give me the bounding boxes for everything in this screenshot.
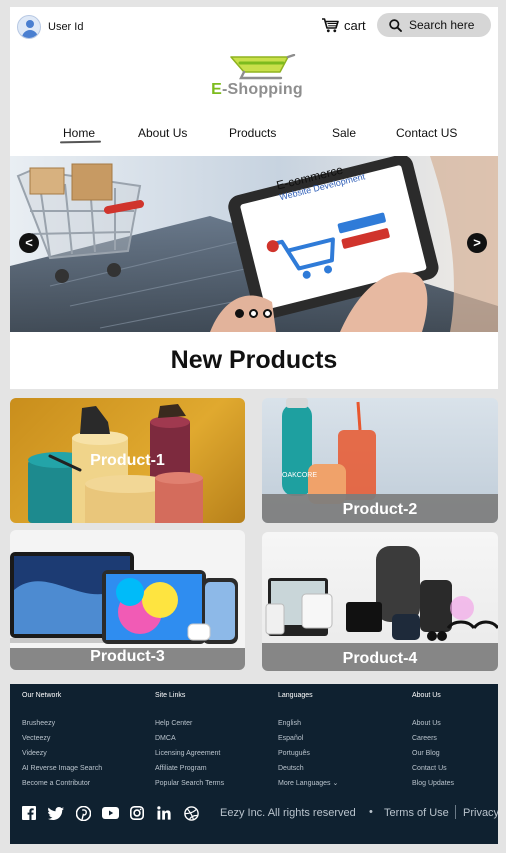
footer-link[interactable]: Contact Us (412, 761, 454, 776)
carousel-dot[interactable] (235, 309, 244, 318)
search-input[interactable] (409, 18, 489, 32)
footer-link[interactable]: Our Blog (412, 746, 454, 761)
instagram-icon[interactable] (128, 804, 146, 822)
user-id-label: User Id (48, 21, 84, 33)
product-2-label: Product-2 (342, 501, 418, 518)
footer-link[interactable]: DMCA (155, 731, 224, 746)
footer-link[interactable]: Affiliate Program (155, 761, 224, 776)
footer-divider (455, 805, 456, 819)
footer-link[interactable]: English (278, 716, 338, 731)
cart-button[interactable]: cart (321, 17, 366, 33)
hero-image (10, 156, 498, 332)
footer-link[interactable]: Help Center (155, 716, 224, 731)
footer-link[interactable]: Videezy (22, 746, 102, 761)
footer-link[interactable]: Careers (412, 731, 454, 746)
carousel-dot[interactable] (263, 309, 272, 318)
carousel-next-button[interactable]: > (467, 233, 487, 253)
footer-column-title: Languages (278, 692, 313, 699)
footer-link[interactable]: AI Reverse Image Search (22, 761, 102, 776)
product-card-1[interactable]: Product-1 (10, 398, 245, 523)
user-menu[interactable]: User Id (17, 15, 83, 39)
terms-of-use-link[interactable]: Terms of Use (384, 807, 449, 819)
product-4-label: Product-4 (342, 650, 418, 667)
nav-about-us[interactable]: About Us (138, 126, 187, 140)
footer-column-our-network: Our Network Brusheezy Vecteezy Videezy A… (22, 692, 102, 791)
user-avatar-icon (17, 15, 41, 39)
search-bar[interactable] (377, 13, 491, 37)
linkedin-icon[interactable] (155, 804, 173, 822)
search-icon (389, 18, 402, 32)
footer-column-title: Site Links (155, 692, 186, 699)
carousel-prev-button[interactable]: < (19, 233, 39, 253)
shopping-cart-icon (322, 18, 339, 33)
footer-column-title: About Us (412, 692, 441, 699)
copyright-text: Eezy Inc. All rights reserved (220, 807, 356, 819)
footer-separator: • (369, 806, 373, 818)
nav-sale[interactable]: Sale (332, 126, 356, 140)
footer-link[interactable]: Vecteezy (22, 731, 102, 746)
site-footer: Our Network Brusheezy Vecteezy Videezy A… (10, 684, 498, 844)
footer-link[interactable]: Deutsch (278, 761, 338, 776)
footer-link[interactable]: About Us (412, 716, 454, 731)
nav-products[interactable]: Products (229, 126, 276, 140)
product-3-label: Product-3 (90, 648, 165, 665)
hero-carousel[interactable]: E-commerce Website Development (10, 156, 498, 332)
product-card-4[interactable]: Product-4 (262, 532, 498, 671)
e-shopping-logo[interactable]: E-Shopping (207, 54, 307, 100)
footer-column-site-links: Site Links Help Center DMCA Licensing Ag… (155, 692, 224, 791)
footer-link[interactable]: Español (278, 731, 338, 746)
footer-link[interactable]: Blog Updates (412, 776, 454, 791)
product-card-2[interactable]: OAKCORE Product-2 (262, 398, 498, 523)
dribbble-icon[interactable] (182, 804, 200, 822)
footer-column-title: Our Network (22, 692, 62, 699)
bottom-strip (10, 844, 498, 853)
footer-link-more-languages[interactable]: More Languages ⌄ (278, 776, 338, 791)
carousel-dot[interactable] (249, 309, 258, 318)
footer-column-about-us: About Us About Us Careers Our Blog Conta… (412, 692, 454, 791)
footer-link[interactable]: Become a Contributor (22, 776, 102, 791)
footer-link[interactable]: Brusheezy (22, 716, 102, 731)
product-1-label: Product-1 (90, 452, 165, 469)
nav-contact-us[interactable]: Contact US (396, 126, 457, 140)
twitter-icon[interactable] (47, 804, 65, 822)
logo-cart-icon (230, 54, 296, 80)
product-card-3[interactable]: Product-3 (10, 530, 245, 670)
nav-home[interactable]: Home (63, 126, 95, 140)
logo-wordmark: E-Shopping (211, 81, 303, 98)
footer-link[interactable]: Português (278, 746, 338, 761)
privacy-link[interactable]: Privacy (463, 807, 498, 819)
cart-label: cart (344, 17, 366, 33)
facebook-icon[interactable] (20, 804, 38, 822)
footer-link[interactable]: Licensing Agreement (155, 746, 224, 761)
product-2-brand-text: OAKCORE (282, 472, 318, 479)
footer-link[interactable]: Popular Search Terms (155, 776, 224, 791)
carousel-dots (235, 309, 277, 318)
youtube-icon[interactable] (101, 804, 119, 822)
social-links (20, 804, 209, 822)
pinterest-icon[interactable] (74, 804, 92, 822)
footer-column-languages: Languages English Español Português Deut… (278, 692, 338, 791)
section-title: New Products (170, 346, 338, 374)
